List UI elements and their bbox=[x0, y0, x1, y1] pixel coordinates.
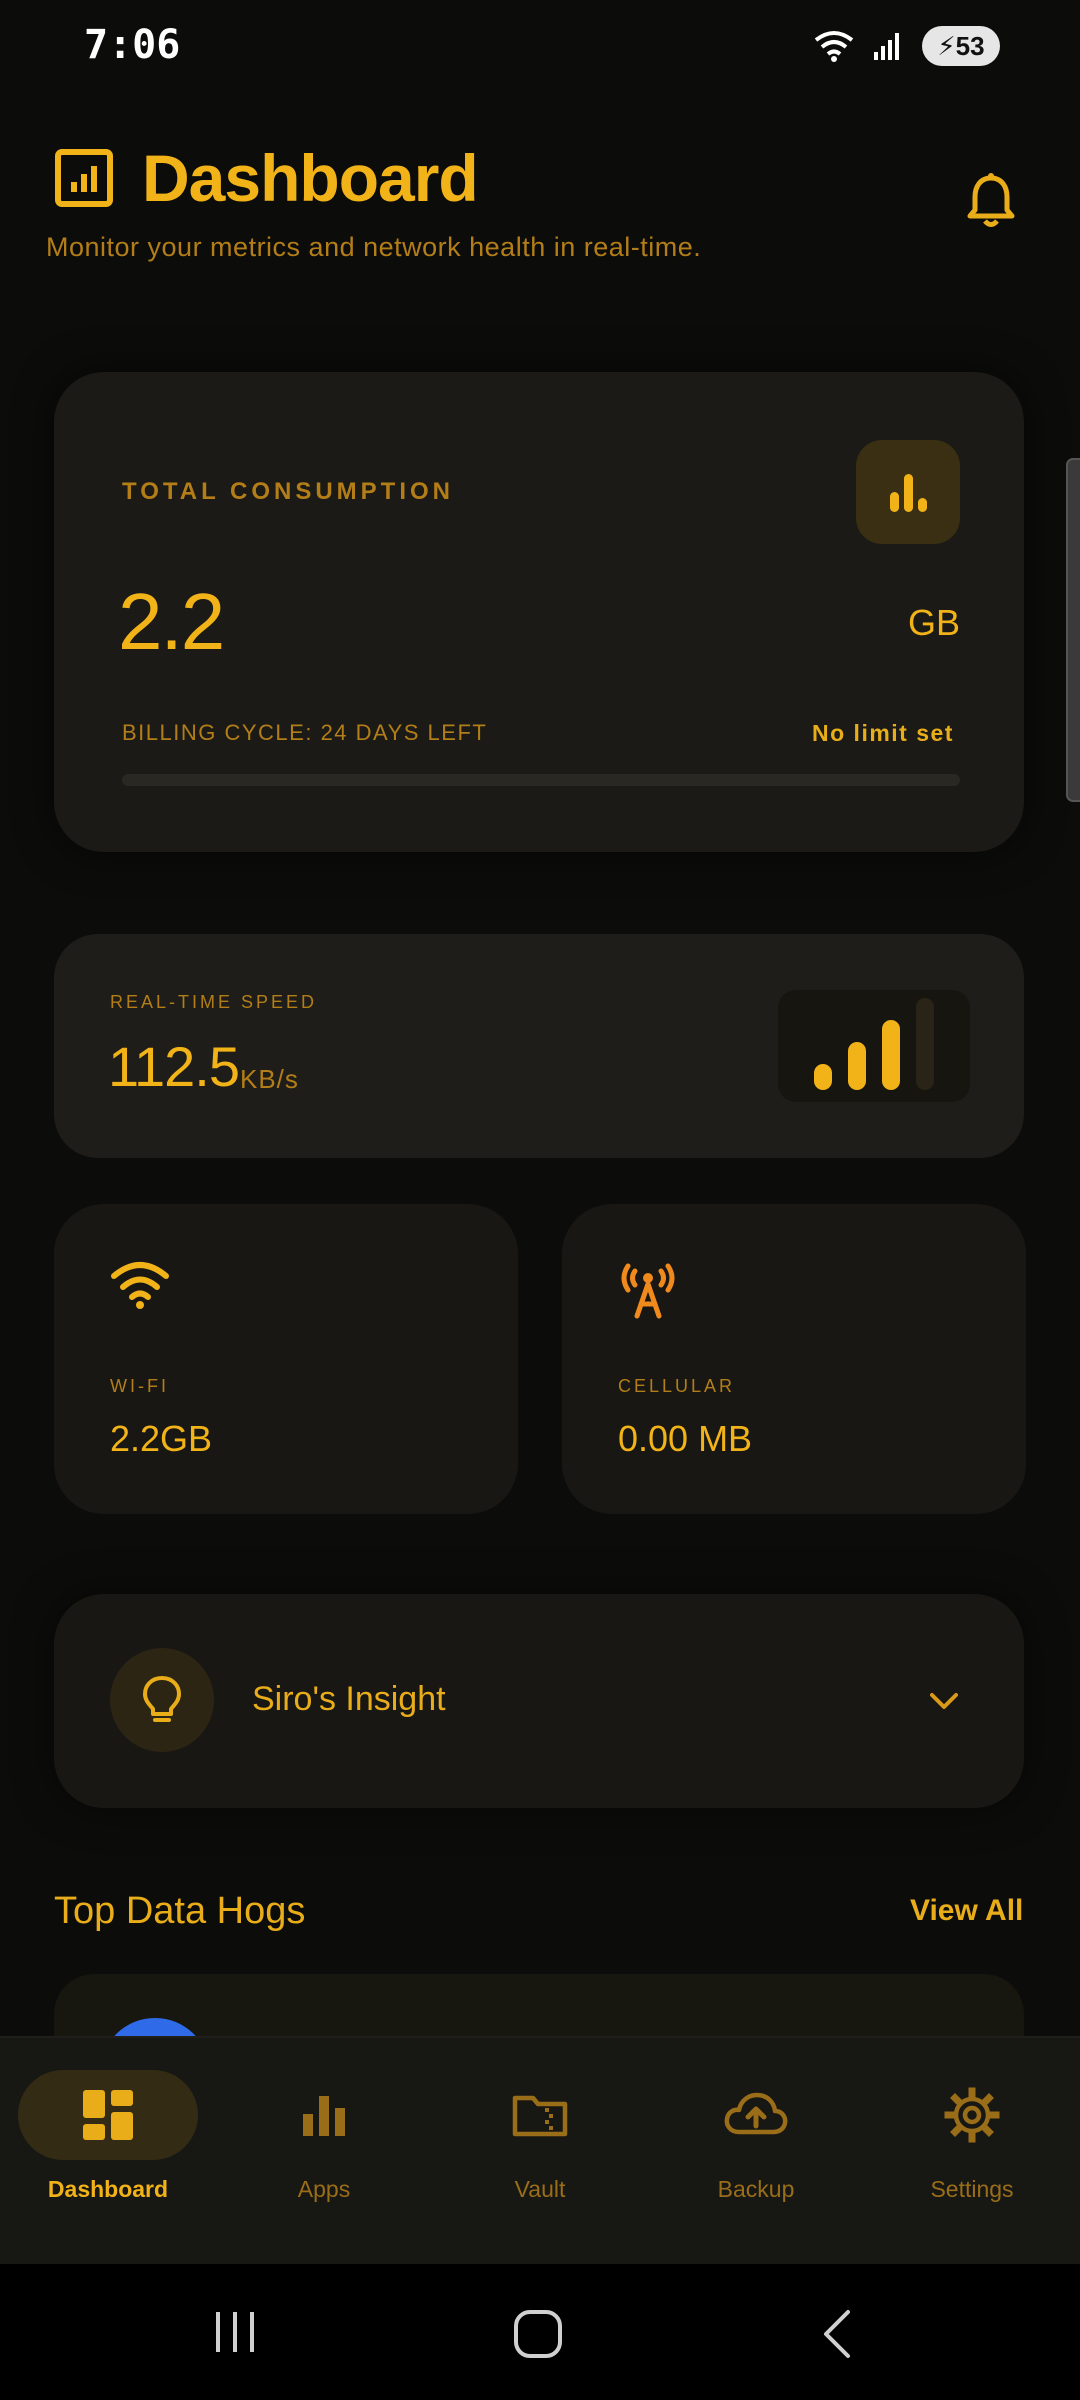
cell-signal-icon bbox=[874, 33, 899, 60]
realtime-speed-label: REAL-TIME SPEED bbox=[110, 992, 318, 1012]
insight-title: Siro's Insight bbox=[252, 1680, 446, 1718]
wifi-icon bbox=[111, 1262, 169, 1309]
back-icon[interactable] bbox=[818, 2308, 858, 2360]
nav-pill bbox=[450, 2070, 630, 2160]
recent-apps-icon[interactable] bbox=[210, 2308, 260, 2356]
wifi-value: 2.2GB bbox=[110, 1418, 213, 1459]
cellular-value: 0.00 MB bbox=[618, 1418, 753, 1459]
cellular-label: CELLULAR bbox=[618, 1376, 736, 1396]
total-consumption-label: TOTAL CONSUMPTION bbox=[122, 478, 454, 505]
view-all-link[interactable]: View All bbox=[910, 1894, 1023, 1928]
cell-tower-icon bbox=[621, 1263, 675, 1319]
signal-strength-graphic bbox=[778, 990, 970, 1102]
nav-item-vault[interactable]: Vault bbox=[450, 2070, 630, 2230]
cellular-usage-card[interactable]: CELLULAR 0.00 MB bbox=[562, 1204, 1026, 1514]
dashboard-icon bbox=[83, 2090, 133, 2140]
folder-icon bbox=[512, 2095, 568, 2137]
dashboard-chart-icon bbox=[55, 149, 113, 207]
signal-bar bbox=[848, 1042, 866, 1090]
total-consumption-value: 2.2 bbox=[118, 577, 225, 666]
status-bar: 7:06 ⚡ 53 bbox=[0, 0, 1080, 90]
status-icons: ⚡ 53 bbox=[814, 26, 1000, 66]
billing-cycle-text: BILLING CYCLE: 24 DAYS LEFT bbox=[122, 720, 488, 745]
realtime-speed-unit: KB/s bbox=[240, 1064, 299, 1094]
cloud-upload-icon bbox=[724, 2092, 788, 2135]
nav-label: Apps bbox=[297, 2176, 351, 2202]
edge-panel-handle[interactable] bbox=[1066, 458, 1080, 802]
signal-bar bbox=[916, 998, 934, 1090]
consumption-chart-button[interactable] bbox=[856, 440, 960, 544]
nav-label: Settings bbox=[930, 2176, 1014, 2202]
nav-pill bbox=[18, 2070, 198, 2160]
home-icon[interactable] bbox=[512, 2308, 564, 2360]
bar-chart-icon bbox=[303, 2096, 345, 2136]
wifi-usage-card[interactable]: WI-FI 2.2GB bbox=[54, 1204, 518, 1514]
nav-item-dashboard[interactable]: Dashboard bbox=[18, 2070, 198, 2230]
nav-label: Dashboard bbox=[47, 2176, 169, 2202]
wifi-label: WI-FI bbox=[110, 1376, 169, 1396]
insight-icon-wrap bbox=[110, 1648, 214, 1752]
top-data-hogs-title: Top Data Hogs bbox=[54, 1890, 306, 1932]
nav-item-settings[interactable]: Settings bbox=[882, 2070, 1062, 2230]
lightbulb-icon bbox=[143, 1676, 181, 1722]
battery-indicator: ⚡ 53 bbox=[922, 26, 1000, 66]
wifi-status-icon bbox=[814, 31, 854, 62]
signal-bar bbox=[814, 1064, 832, 1090]
page-title: Dashboard bbox=[142, 141, 479, 215]
status-time: 7:06 bbox=[84, 22, 181, 68]
bolt-icon: ⚡ bbox=[937, 30, 956, 61]
system-navigation-bar bbox=[0, 2264, 1080, 2400]
nav-label: Backup bbox=[717, 2176, 795, 2202]
nav-pill bbox=[666, 2070, 846, 2160]
bell-icon[interactable] bbox=[960, 170, 1022, 232]
gear-icon bbox=[944, 2087, 1000, 2143]
nav-label: Vault bbox=[514, 2176, 566, 2202]
total-consumption-unit: GB bbox=[908, 602, 961, 643]
data-limit-status: No limit set bbox=[812, 720, 954, 746]
bar-chart-icon bbox=[890, 474, 927, 512]
nav-item-apps[interactable]: Apps bbox=[234, 2070, 414, 2230]
realtime-speed-value: 112.5 bbox=[108, 1035, 240, 1098]
chevron-down-icon[interactable] bbox=[924, 1686, 964, 1716]
nav-item-backup[interactable]: Backup bbox=[666, 2070, 846, 2230]
page-subtitle: Monitor your metrics and network health … bbox=[46, 232, 702, 262]
signal-bar bbox=[882, 1020, 900, 1090]
nav-pill bbox=[882, 2070, 1062, 2160]
nav-pill bbox=[234, 2070, 414, 2160]
consumption-progress-bar bbox=[122, 774, 960, 786]
